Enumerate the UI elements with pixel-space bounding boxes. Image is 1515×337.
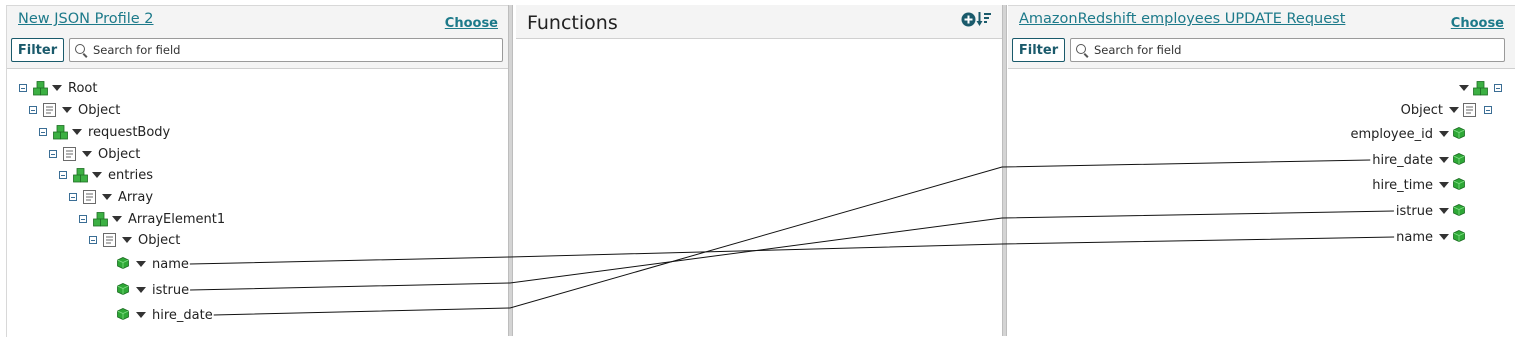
mapping-lines [189,159,1395,316]
mapping-line-hire_date[interactable] [213,159,1371,316]
mapping-line-istrue[interactable] [190,210,1394,291]
mapping-line-name[interactable] [189,236,1395,265]
